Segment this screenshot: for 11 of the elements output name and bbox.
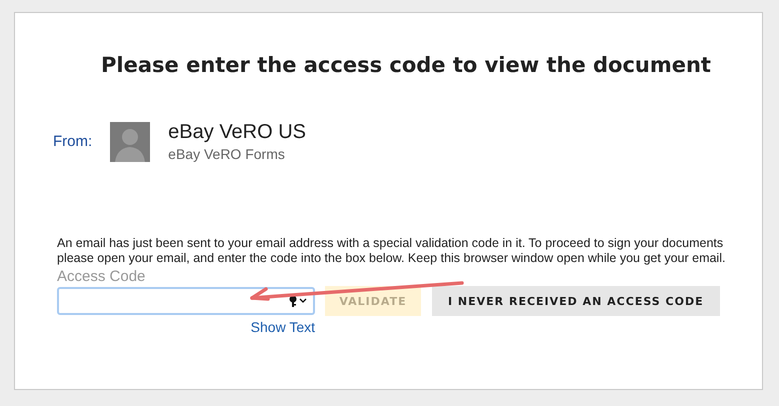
dialog-title: Please enter the access code to view the document xyxy=(100,53,712,77)
sender-name: eBay VeRO US xyxy=(168,121,306,144)
show-text-link[interactable]: Show Text xyxy=(250,319,315,335)
field-label: Access Code xyxy=(57,268,146,285)
avatar-icon xyxy=(110,122,150,162)
from-label: From: xyxy=(53,133,92,150)
resend-button[interactable]: I NEVER RECEIVED AN ACCESS CODE xyxy=(432,286,720,316)
access-code-field[interactable] xyxy=(57,287,315,315)
key-icon xyxy=(289,295,309,307)
sender-subtitle: eBay VeRO Forms xyxy=(168,146,286,162)
instruction-text: An email has just been sent to your email address with a special validation code in it. To proceed to sign your documents please open your email, and enter the code into the box below. Keep this browser window open while you get your email. xyxy=(57,236,726,266)
